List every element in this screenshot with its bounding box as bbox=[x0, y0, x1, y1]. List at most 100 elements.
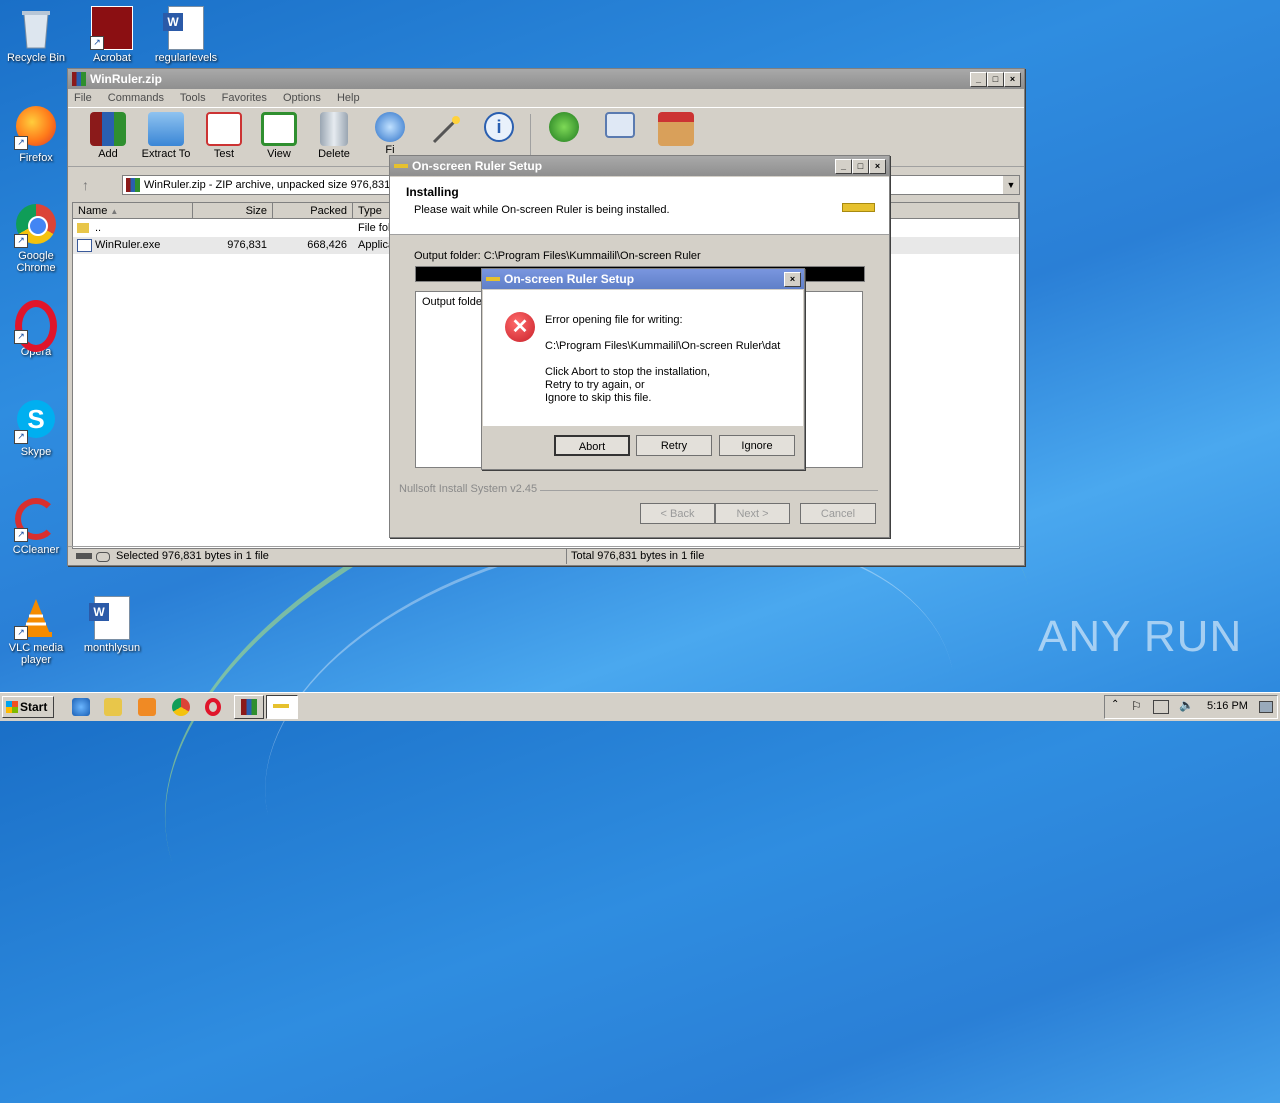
network-icon[interactable] bbox=[1153, 700, 1169, 714]
chrome-taskbar-icon[interactable] bbox=[172, 698, 190, 716]
extract-to-button[interactable]: Extract To bbox=[138, 112, 194, 160]
shortcut-arrow-icon: ↗ bbox=[14, 626, 28, 640]
add-button[interactable]: Add bbox=[80, 112, 136, 160]
key-icon bbox=[96, 552, 110, 562]
word-document-icon: W bbox=[163, 6, 208, 50]
delete-button[interactable]: Delete bbox=[306, 112, 362, 160]
nsis-branding: Nullsoft Install System v2.45 bbox=[399, 483, 538, 495]
drive-icon bbox=[76, 553, 92, 559]
acrobat-icon: ↗ bbox=[90, 6, 134, 50]
close-button[interactable]: × bbox=[869, 159, 886, 174]
menu-file[interactable]: File bbox=[74, 92, 92, 104]
ruler-logo-icon bbox=[842, 203, 875, 212]
clock[interactable]: 5:16 PM bbox=[1207, 700, 1248, 712]
comment-icon bbox=[605, 112, 635, 138]
word-document-icon: W bbox=[89, 596, 134, 640]
minimize-button[interactable]: _ bbox=[835, 159, 852, 174]
desktop-icon-monthlysun[interactable]: W monthlysun bbox=[76, 596, 148, 654]
status-divider bbox=[566, 549, 567, 564]
setup-taskbar-button[interactable] bbox=[266, 695, 298, 719]
winrar-taskbar-icon bbox=[241, 699, 257, 715]
chevron-down-icon[interactable]: ▼ bbox=[1003, 176, 1019, 194]
winrar-title-bar[interactable]: WinRuler.zip _ □ × bbox=[68, 69, 1024, 89]
desktop-icon-vlc[interactable]: ↗ VLC media player bbox=[0, 596, 72, 666]
desktop-icon-firefox[interactable]: ↗ Firefox bbox=[0, 106, 72, 164]
archive-books-icon bbox=[90, 112, 126, 146]
test-button[interactable]: Test bbox=[196, 112, 252, 160]
toolbar-separator bbox=[530, 114, 531, 158]
magic-wand-icon bbox=[428, 112, 464, 146]
book-icon bbox=[261, 112, 297, 146]
system-tray: ⌃ ⚐ 🔈 5:16 PM bbox=[1104, 695, 1278, 719]
maximize-button[interactable]: □ bbox=[852, 159, 869, 174]
setup-title-bar[interactable]: On-screen Ruler Setup _ □ × bbox=[390, 156, 889, 176]
error-title-bar[interactable]: On-screen Ruler Setup × bbox=[482, 269, 804, 289]
show-desktop-icon[interactable] bbox=[1259, 701, 1273, 713]
view-button[interactable]: View bbox=[251, 112, 307, 160]
menu-favorites[interactable]: Favorites bbox=[222, 92, 267, 104]
column-name[interactable]: Name ▲ bbox=[73, 203, 193, 219]
branding-line bbox=[540, 490, 878, 491]
cancel-button[interactable]: Cancel bbox=[800, 503, 876, 524]
menu-help[interactable]: Help bbox=[337, 92, 360, 104]
find-button[interactable]: Fi bbox=[362, 112, 418, 156]
menu-tools[interactable]: Tools bbox=[180, 92, 206, 104]
info-button[interactable]: i bbox=[471, 112, 527, 144]
close-button[interactable]: × bbox=[1004, 72, 1021, 87]
minimize-button[interactable]: _ bbox=[970, 72, 987, 87]
opera-taskbar-icon[interactable] bbox=[205, 698, 221, 716]
firefox-icon: ↗ bbox=[14, 106, 58, 150]
media-player-icon[interactable] bbox=[138, 698, 156, 716]
skype-icon: S ↗ bbox=[14, 400, 58, 444]
winrar-menu-bar: File Commands Tools Favorites Options He… bbox=[68, 89, 1024, 107]
output-folder-text: Output folder: C:\Program Files\Kummaili… bbox=[414, 250, 701, 262]
winrar-app-icon bbox=[72, 72, 86, 86]
setup-header: Installing Please wait while On-screen R… bbox=[390, 177, 889, 235]
volume-icon[interactable]: 🔈 bbox=[1179, 698, 1194, 712]
tray-expand-icon[interactable]: ⌃ bbox=[1111, 699, 1119, 710]
desktop-icon-regularlevels[interactable]: W regularlevels bbox=[150, 6, 222, 64]
error-dialog: On-screen Ruler Setup × ✕ Error opening … bbox=[481, 268, 805, 470]
comment-button[interactable] bbox=[592, 112, 648, 140]
desktop-icon-ccleaner[interactable]: ↗ CCleaner bbox=[0, 498, 72, 556]
menu-options[interactable]: Options bbox=[283, 92, 321, 104]
shortcut-arrow-icon: ↗ bbox=[14, 136, 28, 150]
status-bar: Selected 976,831 bytes in 1 file Total 9… bbox=[68, 546, 1024, 566]
desktop-icon-acrobat[interactable]: ↗ Acrobat bbox=[76, 6, 148, 64]
info-icon: i bbox=[484, 112, 514, 142]
ccleaner-icon: ↗ bbox=[14, 498, 58, 542]
ie-icon[interactable] bbox=[72, 698, 90, 716]
column-size[interactable]: Size bbox=[193, 203, 273, 219]
bug-icon bbox=[549, 112, 579, 142]
shortcut-arrow-icon: ↗ bbox=[14, 430, 28, 444]
winrar-taskbar-button[interactable] bbox=[234, 695, 264, 719]
up-button[interactable]: ↑ bbox=[82, 177, 89, 193]
desktop-icon-skype[interactable]: S ↗ Skype bbox=[0, 400, 72, 458]
desktop-icon-chrome[interactable]: ↗ Google Chrome bbox=[0, 204, 72, 274]
ignore-button[interactable]: Ignore bbox=[719, 435, 795, 456]
explorer-folder-icon[interactable] bbox=[104, 698, 122, 716]
desktop-icon-opera[interactable]: ↗ Opera bbox=[0, 300, 72, 358]
retry-button[interactable]: Retry bbox=[636, 435, 712, 456]
sfx-button[interactable] bbox=[648, 112, 704, 148]
column-packed[interactable]: Packed bbox=[273, 203, 353, 219]
close-button[interactable]: × bbox=[784, 272, 801, 287]
back-button[interactable]: < Back bbox=[640, 503, 715, 524]
trash-can-icon bbox=[320, 112, 348, 146]
maximize-button[interactable]: □ bbox=[987, 72, 1004, 87]
shortcut-arrow-icon: ↗ bbox=[14, 234, 28, 248]
virus-scan-button[interactable] bbox=[536, 112, 592, 144]
setup-subheading: Please wait while On-screen Ruler is bei… bbox=[414, 204, 670, 216]
wizard-button[interactable] bbox=[418, 112, 474, 148]
opera-icon: ↗ bbox=[14, 300, 58, 352]
ruler-icon bbox=[394, 164, 408, 168]
flag-icon[interactable]: ⚐ bbox=[1131, 699, 1142, 713]
abort-button[interactable]: Abort bbox=[554, 435, 630, 456]
start-button[interactable]: Start bbox=[2, 696, 54, 718]
next-button[interactable]: Next > bbox=[715, 503, 790, 524]
clipboard-check-icon bbox=[206, 112, 242, 146]
zip-archive-icon bbox=[126, 178, 140, 192]
menu-commands[interactable]: Commands bbox=[108, 92, 164, 104]
desktop-icon-recycle-bin[interactable]: Recycle Bin bbox=[0, 6, 72, 64]
chrome-icon: ↗ bbox=[14, 204, 58, 248]
